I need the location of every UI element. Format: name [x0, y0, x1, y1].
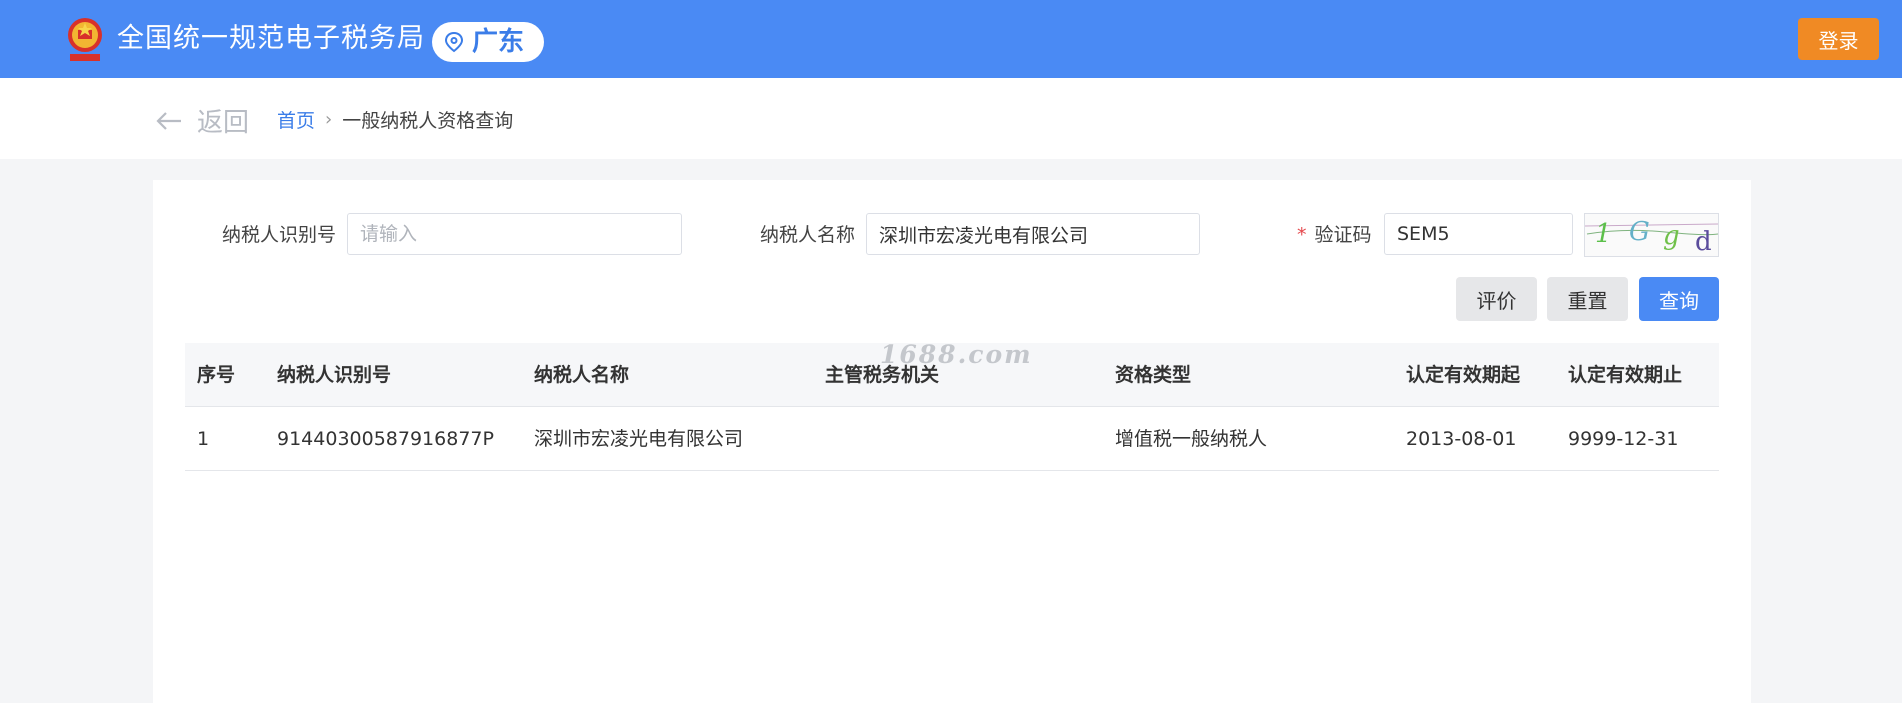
breadcrumb-current: 一般纳税人资格查询	[342, 110, 514, 132]
required-mark: *	[1297, 224, 1307, 246]
watermark: 1688.com	[880, 340, 1033, 369]
top-bar: 全国统一规范电子税务局 广东 登录	[0, 0, 1902, 78]
back-button[interactable]: 返回	[155, 102, 249, 139]
column-header-qualification-type: 资格类型	[1115, 364, 1192, 386]
captcha-input[interactable]	[1384, 213, 1573, 255]
site-title: 全国统一规范电子税务局	[117, 23, 425, 54]
captcha-image[interactable]: 1 G g d	[1584, 213, 1719, 257]
captcha-char-4: d	[1695, 227, 1712, 256]
taxpayer-name-label: 纳税人名称	[760, 224, 856, 246]
column-header-index: 序号	[197, 364, 236, 386]
cell-taxpayer-id: 91440300587916877P	[277, 428, 494, 450]
breadcrumb-separator: ›	[325, 109, 333, 130]
evaluate-button[interactable]: 评价	[1456, 277, 1537, 321]
captcha-char-3: g	[1663, 221, 1680, 251]
location-pin-icon	[444, 31, 464, 53]
arrow-left-icon	[156, 111, 181, 130]
captcha-graphic: 1 G g d	[1584, 217, 1719, 257]
breadcrumb-home-link[interactable]: 首页	[277, 106, 315, 133]
column-header-valid-to: 认定有效期止	[1568, 364, 1683, 386]
taxpayer-name-input[interactable]	[866, 213, 1200, 255]
back-label: 返回	[197, 108, 250, 138]
breadcrumb: 首页 › 一般纳税人资格查询	[277, 106, 513, 133]
cell-taxpayer-name: 深圳市宏凌光电有限公司	[534, 428, 744, 450]
cell-qualification-type: 增值税一般纳税人	[1115, 428, 1268, 450]
taxpayer-id-label: 纳税人识别号	[222, 224, 337, 246]
captcha-char-2: G	[1629, 217, 1650, 247]
query-button[interactable]: 查询	[1639, 277, 1719, 321]
cell-valid-to: 9999-12-31	[1568, 428, 1679, 450]
captcha-char-1: 1	[1595, 219, 1612, 249]
column-header-taxpayer-id: 纳税人识别号	[277, 364, 392, 386]
region-selector[interactable]: 广东	[432, 22, 544, 62]
national-emblem-logo	[68, 18, 102, 61]
column-header-taxpayer-name: 纳税人名称	[534, 364, 630, 386]
taxpayer-id-input[interactable]	[347, 213, 682, 255]
login-button[interactable]: 登录	[1798, 18, 1879, 60]
column-header-valid-from: 认定有效期起	[1406, 364, 1521, 386]
region-label: 广东	[472, 27, 525, 57]
reset-button[interactable]: 重置	[1547, 277, 1628, 321]
cell-valid-from: 2013-08-01	[1406, 428, 1517, 450]
captcha-label-group: * 验证码	[1297, 214, 1372, 256]
captcha-label: 验证码	[1314, 224, 1372, 246]
cell-index: 1	[197, 428, 210, 450]
table-row: 1 91440300587916877P 深圳市宏凌光电有限公司 增值税一般纳税…	[185, 407, 1719, 471]
